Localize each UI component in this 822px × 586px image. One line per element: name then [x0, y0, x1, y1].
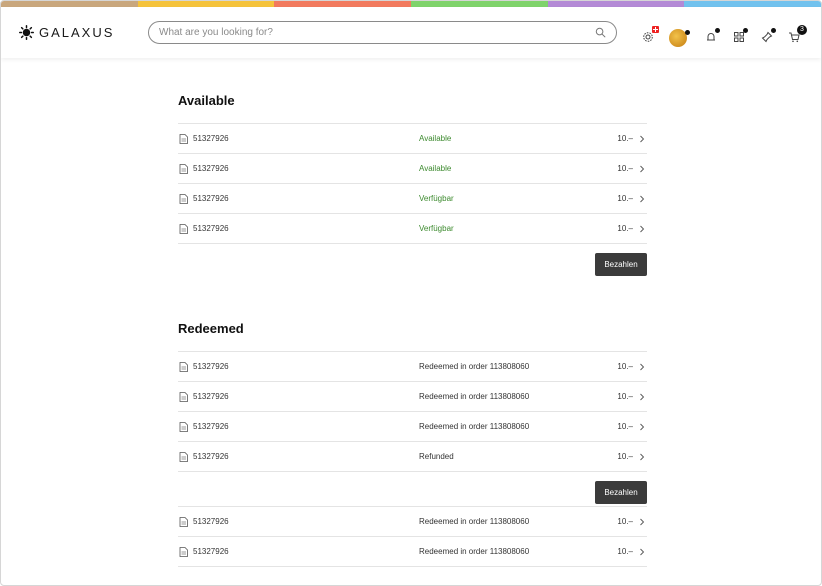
redeemed-list: 51327926 Redeemed in order 113808060 10.… — [178, 351, 647, 472]
voucher-price: 10.– — [617, 134, 633, 143]
section-title-available: Available — [178, 93, 235, 108]
voucher-status: Redeemed in order 113808060 — [419, 392, 530, 401]
voucher-id: 51327926 — [193, 194, 229, 203]
voucher-id: 51327926 — [193, 224, 229, 233]
redeemed-list-continued: 51327926 Redeemed in order 113808060 10.… — [178, 506, 647, 567]
table-row[interactable]: 51327926 Redeemed in order 113808060 10.… — [178, 352, 647, 382]
voucher-status: Refunded — [419, 452, 454, 461]
voucher-status: Verfügbar — [419, 224, 454, 233]
chevron-right-icon — [640, 165, 645, 172]
document-icon — [179, 391, 188, 402]
logo-text: GALAXUS — [39, 25, 115, 40]
notification-dot — [743, 28, 748, 33]
table-row[interactable]: 51327926 Verfügbar 10.– — [178, 184, 647, 214]
document-icon — [179, 421, 188, 432]
document-icon — [179, 163, 188, 174]
voucher-price: 10.– — [617, 362, 633, 371]
notification-dot — [715, 28, 720, 33]
logo-icon — [19, 25, 34, 40]
compare-button[interactable] — [732, 28, 748, 44]
bell-icon — [707, 33, 715, 41]
voucher-status: Available — [419, 164, 452, 173]
language-settings-button[interactable] — [641, 26, 659, 44]
voucher-price: 10.– — [617, 164, 633, 173]
document-icon — [179, 193, 188, 204]
table-row[interactable]: 51327926 Redeemed in order 113808060 10.… — [178, 507, 647, 537]
voucher-id: 51327926 — [193, 392, 229, 401]
chevron-right-icon — [640, 225, 645, 232]
document-icon — [179, 133, 188, 144]
chevron-right-icon — [640, 518, 645, 525]
voucher-id: 51327926 — [193, 547, 229, 556]
voucher-status: Available — [419, 134, 452, 143]
voucher-status: Redeemed in order 113808060 — [419, 547, 530, 556]
search-icon[interactable] — [595, 27, 606, 38]
redeemed-actions: Bezahlen — [178, 472, 647, 506]
voucher-price: 10.– — [617, 422, 633, 431]
app-window: GALAXUS What are you looking for? 3 Avai… — [0, 0, 822, 586]
voucher-id: 51327926 — [193, 517, 229, 526]
table-row[interactable]: 51327926 Redeemed in order 113808060 10.… — [178, 537, 647, 567]
voucher-id: 51327926 — [193, 134, 229, 143]
document-icon — [179, 223, 188, 234]
voucher-price: 10.– — [617, 194, 633, 203]
voucher-price: 10.– — [617, 452, 633, 461]
table-row[interactable]: 51327926 Available 10.– — [178, 154, 647, 184]
chevron-right-icon — [640, 453, 645, 460]
notification-dot — [685, 30, 690, 35]
section-title-redeemed: Redeemed — [178, 321, 244, 336]
voucher-id: 51327926 — [193, 422, 229, 431]
cart-count-badge: 3 — [797, 25, 807, 35]
table-row[interactable]: 51327926 Available 10.– — [178, 124, 647, 154]
table-row[interactable]: 51327926 Redeemed in order 113808060 10.… — [178, 412, 647, 442]
chevron-right-icon — [640, 363, 645, 370]
chevron-right-icon — [640, 423, 645, 430]
voucher-price: 10.– — [617, 547, 633, 556]
site-header: GALAXUS What are you looking for? 3 — [1, 7, 821, 58]
voucher-id: 51327926 — [193, 362, 229, 371]
voucher-status: Redeemed in order 113808060 — [419, 362, 530, 371]
chevron-right-icon — [640, 548, 645, 555]
logo-link[interactable]: GALAXUS — [19, 25, 114, 40]
table-row[interactable]: 51327926 Redeemed in order 113808060 10.… — [178, 382, 647, 412]
wishlist-button[interactable] — [760, 28, 776, 44]
grid-icon — [734, 32, 744, 42]
swiss-flag-icon — [652, 26, 659, 33]
voucher-status: Redeemed in order 113808060 — [419, 422, 530, 431]
search-input[interactable] — [159, 27, 595, 38]
voucher-id: 51327926 — [193, 164, 229, 173]
table-row[interactable]: 51327926 Verfügbar 10.– — [178, 214, 647, 244]
table-row[interactable]: 51327926 Refunded 10.– — [178, 442, 647, 472]
search-bar[interactable] — [148, 21, 617, 44]
notification-dot — [771, 28, 776, 33]
chevron-right-icon — [640, 393, 645, 400]
available-list: 51327926 Available 10.– 51327926 Availab… — [178, 123, 647, 244]
pay-button-redeemed[interactable]: Bezahlen — [595, 481, 647, 504]
chevron-right-icon — [640, 135, 645, 142]
chevron-right-icon — [640, 195, 645, 202]
document-icon — [179, 546, 188, 557]
voucher-price: 10.– — [617, 517, 633, 526]
available-actions: Bezahlen — [178, 244, 647, 276]
voucher-status: Verfügbar — [419, 194, 454, 203]
user-avatar-button[interactable] — [669, 29, 690, 47]
document-icon — [179, 361, 188, 372]
pay-button-available[interactable]: Bezahlen — [595, 253, 647, 276]
document-icon — [179, 516, 188, 527]
voucher-price: 10.– — [617, 392, 633, 401]
document-icon — [179, 451, 188, 462]
vouchers-content: Available 51327926 Available 10.– 513279… — [178, 93, 647, 567]
voucher-status: Redeemed in order 113808060 — [419, 517, 530, 526]
pin-icon — [761, 31, 773, 43]
cart-button[interactable]: 3 — [787, 25, 807, 44]
voucher-id: 51327926 — [193, 452, 229, 461]
voucher-price: 10.– — [617, 224, 633, 233]
notifications-button[interactable] — [704, 28, 720, 44]
